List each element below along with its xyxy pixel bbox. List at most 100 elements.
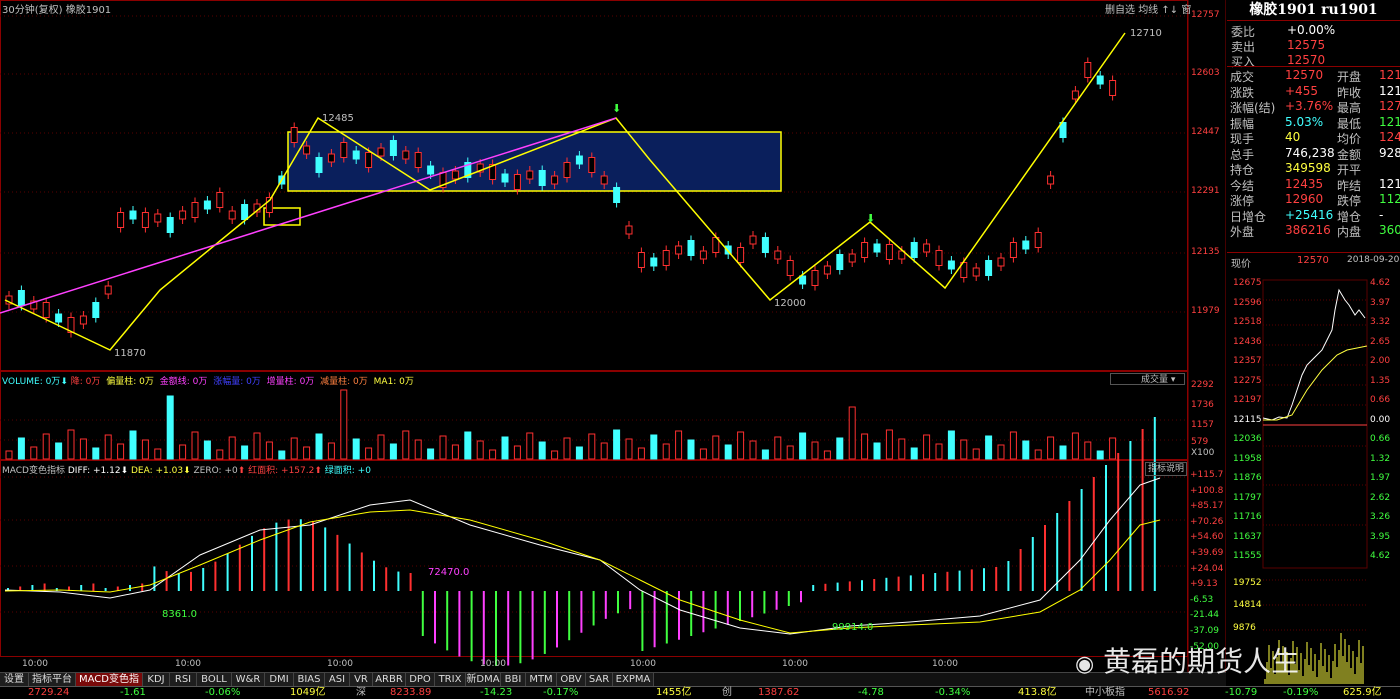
price-axis: 12757 12603 12447 12291 12135 11979 (1191, 10, 1220, 316)
tab-17[interactable]: OBV (557, 673, 586, 686)
mini-pct-label: 0.66 (1370, 434, 1391, 444)
indicator-help-button[interactable]: 指标说明 (1145, 462, 1187, 476)
tab-5[interactable]: BOLL (197, 673, 232, 686)
current-price-value: 12570 (1297, 255, 1329, 266)
tab-11[interactable]: ARBR (373, 673, 406, 686)
status-item: -10.79 (1225, 687, 1258, 698)
macd-axis-label: +39.69 (1190, 548, 1224, 558)
period-label[interactable]: 30分钟(复权) (2, 5, 63, 16)
date-label: 2018-09-20 (1347, 255, 1400, 265)
chart-canvas[interactable]: 12710 12485 11870 12000 ⬇ ⬇ 72470.0 8361… (0, 0, 1226, 672)
up-arrow-icon: ⬇ (612, 102, 621, 115)
volume-axis: 2292 1736 1157 579 X100 (1191, 380, 1215, 458)
mini-pct-label: 0.00 (1370, 414, 1391, 425)
mini-pct-label: 4.62 (1370, 278, 1391, 288)
status-item: -1.61 (120, 687, 146, 698)
volume-header: VOLUME: 0万⬇ 降: 0万 偏量柱: 0万 金额线: 0万 涨幅量: 0… (2, 377, 414, 387)
volume-bars (5, 389, 1117, 460)
status-item: -0.19% (1283, 687, 1319, 698)
quote-row: 振幅 5.03% 最低 121 (1230, 114, 1400, 131)
mini-pct-label: 1.97 (1370, 473, 1391, 483)
tab-13[interactable]: TRIX (435, 673, 466, 686)
macd-axis: +115.7 +100.8 +85.17 +70.26 +54.60 +39.69 +24.… (1190, 470, 1226, 660)
header-buttons: 删自选 均线 ↑↓ 窗 (1105, 1, 1191, 16)
tab-4[interactable]: RSI (170, 673, 197, 686)
macd-axis-label: -21.44 (1190, 610, 1220, 621)
low2-price-label: 12000 (774, 298, 806, 309)
macd-axis-label: -6.53 (1190, 594, 1214, 605)
tab-2[interactable]: MACD变色指标 (76, 673, 143, 698)
tab-10[interactable]: VR (350, 673, 373, 686)
quote-row: 外盘386216内盘3600 (1230, 223, 1400, 239)
mini-price-label: 12275 (1233, 375, 1262, 386)
tab-7[interactable]: DMI (265, 673, 294, 686)
h1-price-label: 12485 (322, 113, 354, 124)
tab-0[interactable]: 设置 (0, 673, 29, 686)
mini-vol-axis: 19752 14814 9876 (1233, 578, 1262, 633)
quote-top-row: 委比 +0.00% (1231, 23, 1336, 39)
status-item: 2729.24 (28, 687, 70, 698)
quote-title: 橡胶1901 ru1901 (1249, 2, 1378, 18)
delete-watchlist-button[interactable]: 删自选 (1105, 5, 1135, 16)
consolidation-box (287, 131, 782, 192)
tab-8[interactable]: BIAS (294, 673, 325, 686)
macd-axis-label: +100.8 (1190, 485, 1224, 496)
tab-15[interactable]: BBI (501, 673, 526, 686)
tab-9[interactable]: ASI (325, 673, 350, 686)
mini-price-label: 12675 (1233, 278, 1262, 288)
mini-pct-label: 0.66 (1370, 395, 1391, 405)
mini-pct-label: 1.32 (1370, 453, 1391, 464)
quote-row: 持仓 349598 开平 (1230, 161, 1362, 177)
macd-axis-label: +9.13 (1190, 579, 1218, 590)
mini-pct-label: 1.35 (1370, 375, 1391, 386)
tab-14[interactable]: 新DMA (466, 673, 501, 686)
mini-pct-label: 2.65 (1370, 336, 1391, 347)
status-item: 625.9亿 (1343, 687, 1382, 698)
status-item: 1455亿 (656, 687, 692, 698)
status-item: -0.06% (205, 687, 241, 698)
quote-row: 涨跌 +455 昨收 121 (1230, 83, 1400, 100)
volume-legend-item: 金额线: 0万 (159, 377, 211, 387)
volume-legend-item: 减量柱: 0万 (320, 377, 371, 387)
dea-label: DEA: +1.03 (131, 466, 184, 476)
ma-button[interactable]: 均线 (1138, 5, 1158, 16)
quote-row: 涨幅(结) +3.76% 最高 127 (1230, 99, 1400, 115)
status-item: 8233.89 (390, 687, 432, 698)
high-price-label: 12710 (1130, 28, 1162, 39)
weibo-icon: ◉ (1075, 652, 1095, 677)
macd-axis-label: -37.09 (1190, 626, 1220, 636)
mini-price-label: 11716 (1233, 512, 1262, 522)
status-item: -14.23 (480, 687, 513, 698)
current-price-row: 现价 12570 2018-09-20 (1227, 252, 1400, 270)
watermark: ◉ 黄磊的期货人生 (1075, 645, 1300, 678)
status-item: 创 (722, 687, 732, 698)
macd-axis-label: +70.26 (1190, 516, 1224, 527)
symbol-label: 橡胶1901 (65, 5, 112, 16)
status-item: 1049亿 (290, 687, 326, 698)
status-item: -0.17% (543, 687, 579, 698)
tab-19[interactable]: EXPMA (613, 673, 654, 686)
window-button[interactable]: 窗 (1181, 5, 1191, 16)
mini-pct-label: 2.62 (1370, 492, 1391, 503)
mini-pct-label: 4.62 (1370, 551, 1391, 561)
quote-row: 总手746,238金额928.3 (1230, 145, 1400, 162)
tab-3[interactable]: KDJ (143, 673, 170, 686)
volume-legend-item: 涨幅量: 0万 (213, 377, 264, 387)
tab-1[interactable]: 指标平台 (29, 673, 76, 686)
updown-button[interactable]: ↑↓ (1161, 5, 1178, 16)
volume-label: VOLUME: 0万 (2, 377, 61, 387)
time-axis: 10:00 10:00 10:00 10:00 10:00 10:00 10:0… (22, 659, 958, 669)
mini-price-label: 12357 (1233, 356, 1262, 366)
mini-price-label: 11555 (1233, 551, 1262, 561)
volume-legend-item: 降: 0万 (70, 377, 104, 387)
volume-legend-item: 增量柱: 0万 (266, 377, 318, 387)
chart-header: 30分钟(复权) 橡胶1901 (2, 1, 111, 16)
tab-12[interactable]: DPO (406, 673, 435, 686)
mini-price-label: 11797 (1233, 492, 1262, 503)
tab-6[interactable]: W&R (232, 673, 265, 686)
candlestick-series (5, 57, 1117, 338)
indicator-dropdown[interactable]: 成交量 ▾ (1110, 373, 1185, 385)
tab-16[interactable]: MTM (526, 673, 557, 686)
mini-pct-label: 3.95 (1370, 531, 1391, 542)
tab-18[interactable]: SAR (586, 673, 613, 686)
